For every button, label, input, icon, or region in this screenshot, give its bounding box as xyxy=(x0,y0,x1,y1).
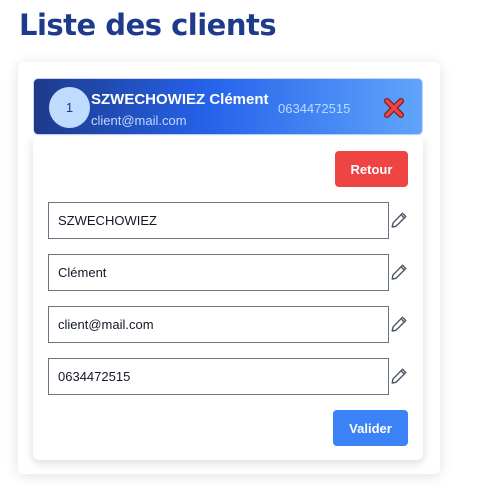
first-name-row xyxy=(48,254,418,291)
client-list-item[interactable]: 1 SZWECHOWIEZ Clément client@mail.com 06… xyxy=(33,78,423,135)
page-title: Liste des clients xyxy=(19,8,277,42)
close-x-icon xyxy=(384,98,404,118)
phone-row xyxy=(48,358,418,395)
back-button[interactable]: Retour xyxy=(335,151,408,187)
submit-button[interactable]: Valider xyxy=(333,410,408,446)
last-name-row xyxy=(48,202,418,239)
pencil-icon[interactable] xyxy=(390,263,408,281)
pencil-icon[interactable] xyxy=(390,315,408,333)
delete-client-button[interactable] xyxy=(383,97,405,119)
last-name-input[interactable] xyxy=(48,202,389,239)
pencil-icon[interactable] xyxy=(390,211,408,229)
email-input[interactable] xyxy=(48,306,389,343)
phone-input[interactable] xyxy=(48,358,389,395)
client-name: SZWECHOWIEZ Clément xyxy=(91,91,269,108)
client-index-avatar: 1 xyxy=(49,87,90,128)
client-phone: 0634472515 xyxy=(278,101,351,116)
pencil-icon[interactable] xyxy=(390,367,408,385)
first-name-input[interactable] xyxy=(48,254,389,291)
client-email: client@mail.com xyxy=(91,113,187,128)
email-row xyxy=(48,306,418,343)
client-edit-form: Retour Valider xyxy=(33,136,423,460)
